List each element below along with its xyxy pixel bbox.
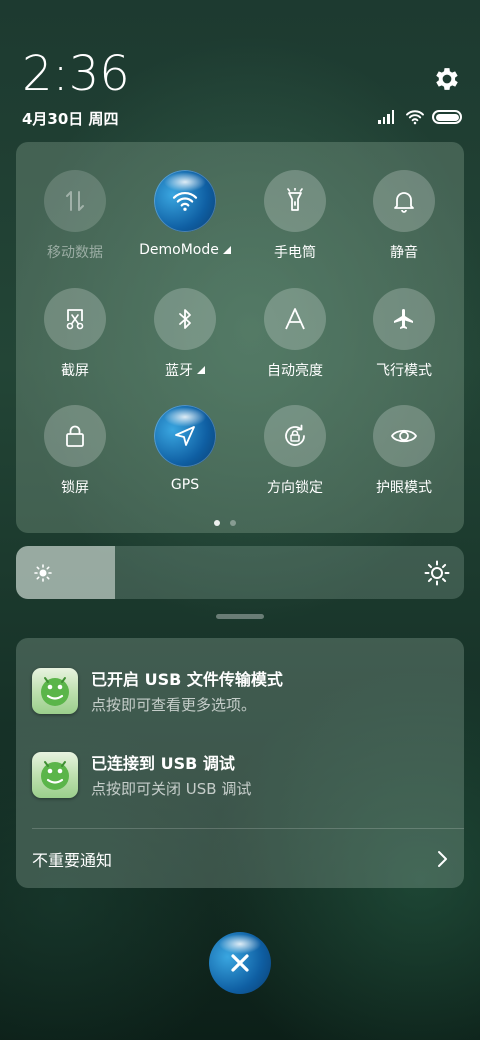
lock-icon bbox=[66, 425, 84, 447]
tile-label: 飞行模式 bbox=[376, 363, 432, 379]
expand-triangle-icon bbox=[222, 246, 231, 254]
tile-eye-care[interactable]: 护眼模式 bbox=[349, 405, 459, 497]
tile-label: 方向锁定 bbox=[267, 480, 323, 496]
tile-label: DemoMode bbox=[139, 242, 219, 258]
tile-label: 移动数据 bbox=[47, 245, 103, 261]
tile-label: 自动亮度 bbox=[267, 363, 323, 379]
notification-usb-debugging[interactable]: 已连接到 USB 调试 点按即可关闭 USB 调试 bbox=[32, 748, 452, 802]
brightness-fill bbox=[16, 546, 115, 599]
tile-flashlight[interactable]: 手电筒 bbox=[240, 170, 350, 262]
divider bbox=[32, 828, 464, 829]
notification-subtitle: 点按即可查看更多选项。 bbox=[91, 696, 257, 714]
gear-icon[interactable] bbox=[432, 64, 462, 94]
android-icon bbox=[32, 668, 78, 714]
tile-label: 手电筒 bbox=[274, 245, 316, 261]
tile-label: 锁屏 bbox=[61, 480, 89, 496]
tile-screenshot[interactable]: 截屏 bbox=[20, 288, 130, 380]
tile-label: 蓝牙 bbox=[165, 363, 193, 379]
page-indicator bbox=[214, 520, 236, 526]
tile-rotation-lock[interactable]: 方向锁定 bbox=[240, 405, 350, 497]
brightness-low-icon bbox=[34, 564, 52, 582]
date: 4月30日 周四 bbox=[22, 110, 119, 128]
tile-label: GPS bbox=[170, 477, 200, 493]
unimportant-label: 不重要通知 bbox=[32, 851, 113, 870]
clock: 2:36 bbox=[22, 46, 130, 102]
notification-title: 已连接到 USB 调试 bbox=[91, 754, 235, 773]
notification-title: 已开启 USB 文件传输模式 bbox=[91, 670, 283, 689]
status-icons bbox=[378, 108, 462, 126]
notification-panel: 已开启 USB 文件传输模式 点按即可查看更多选项。 已连接到 USB 调试 点… bbox=[16, 638, 464, 888]
expand-triangle-icon bbox=[197, 366, 205, 374]
auto-brightness-icon bbox=[285, 308, 305, 330]
tile-label: 静音 bbox=[390, 245, 418, 261]
tile-silent[interactable]: 静音 bbox=[349, 170, 459, 262]
battery-icon bbox=[432, 110, 462, 124]
flashlight-icon bbox=[287, 188, 303, 211]
mobile-data-icon bbox=[66, 191, 84, 211]
signal-icon bbox=[378, 110, 398, 124]
tile-bluetooth[interactable]: 蓝牙 bbox=[130, 288, 240, 380]
android-icon bbox=[32, 752, 78, 798]
location-arrow-icon bbox=[175, 426, 195, 446]
rotation-lock-icon bbox=[285, 424, 305, 446]
tile-demomode[interactable]: DemoMode bbox=[130, 170, 240, 258]
screenshot-icon bbox=[66, 309, 84, 330]
tile-gps[interactable]: GPS bbox=[130, 405, 240, 493]
unimportant-notifications-row[interactable]: 不重要通知 bbox=[32, 842, 448, 876]
tile-airplane-mode[interactable]: 飞行模式 bbox=[349, 288, 459, 380]
tile-label: 护眼模式 bbox=[376, 480, 432, 496]
wifi-icon bbox=[406, 110, 424, 125]
airplane-icon bbox=[394, 309, 413, 329]
wifi-icon bbox=[172, 191, 198, 211]
notification-usb-transfer[interactable]: 已开启 USB 文件传输模式 点按即可查看更多选项。 bbox=[32, 664, 452, 718]
tile-label: 截屏 bbox=[61, 363, 89, 379]
chevron-right-icon bbox=[438, 851, 447, 867]
quick-settings-panel: 移动数据 DemoMode 手电筒 静音 截屏 蓝牙 自动亮度 飞行模式 锁屏 … bbox=[16, 142, 464, 533]
drag-handle[interactable] bbox=[216, 614, 264, 619]
bell-icon bbox=[394, 192, 414, 213]
bluetooth-icon bbox=[179, 309, 191, 329]
notification-subtitle: 点按即可关闭 USB 调试 bbox=[91, 780, 252, 798]
eye-icon bbox=[391, 429, 417, 443]
tile-auto-brightness[interactable]: 自动亮度 bbox=[240, 288, 350, 380]
tile-mobile-data[interactable]: 移动数据 bbox=[20, 170, 130, 262]
close-button[interactable] bbox=[209, 932, 271, 994]
brightness-slider[interactable] bbox=[16, 546, 464, 599]
close-icon bbox=[231, 954, 249, 972]
tile-lock-screen[interactable]: 锁屏 bbox=[20, 405, 130, 497]
brightness-high-icon bbox=[424, 560, 450, 586]
